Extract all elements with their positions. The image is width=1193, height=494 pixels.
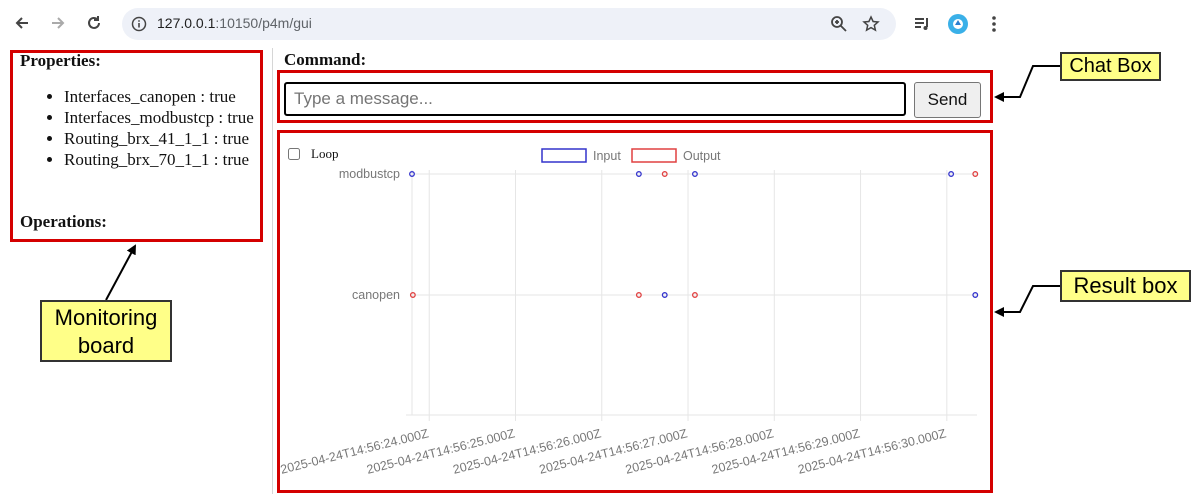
zoom-icon[interactable] xyxy=(830,15,848,38)
chat-box-highlight xyxy=(277,70,993,123)
back-arrow-icon[interactable] xyxy=(9,10,35,36)
forward-arrow-icon[interactable] xyxy=(45,10,71,36)
url-path: :10150/p4m/gui xyxy=(215,15,312,31)
chat-box-arrow xyxy=(994,65,1061,102)
monitoring-board-highlight xyxy=(10,50,263,242)
extension-icon[interactable] xyxy=(946,12,970,36)
command-heading: Command: xyxy=(284,50,367,69)
chat-box-callout: Chat Box xyxy=(1060,52,1161,81)
more-menu-icon[interactable] xyxy=(982,12,1006,36)
url-host: 127.0.0.1 xyxy=(157,15,216,31)
result-box-arrow xyxy=(994,285,1061,317)
result-box-highlight xyxy=(277,130,993,493)
reload-icon[interactable] xyxy=(81,10,107,36)
result-box-callout: Result box xyxy=(1060,270,1191,302)
url-text[interactable]: 127.0.0.1:10150/p4m/gui xyxy=(157,15,312,31)
browser-toolbar: 127.0.0.1:10150/p4m/gui xyxy=(0,0,1193,48)
monitoring-board-callout: Monitoring board xyxy=(40,300,172,362)
site-info-icon[interactable] xyxy=(131,16,147,37)
media-control-icon[interactable] xyxy=(910,12,934,36)
bookmark-star-icon[interactable] xyxy=(862,15,880,38)
address-bar[interactable]: 127.0.0.1:10150/p4m/gui xyxy=(122,8,896,40)
